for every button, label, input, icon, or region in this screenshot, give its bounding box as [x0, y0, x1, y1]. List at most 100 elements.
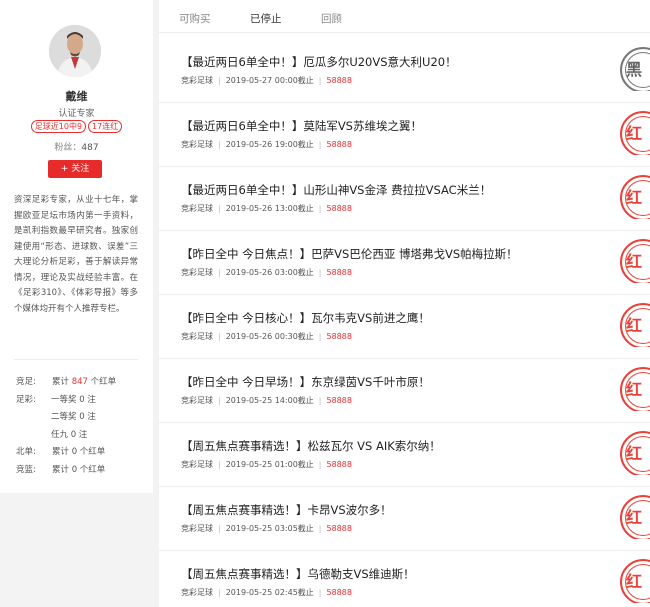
stat-value: 任九 0 注	[51, 429, 88, 440]
plan-deadline: 2019-05-26 19:00截止	[225, 140, 314, 149]
avatar[interactable]	[49, 25, 101, 77]
hong-seal-icon: 红	[620, 171, 650, 219]
plan-category: 竞彩足球	[181, 396, 213, 405]
separator: |	[318, 268, 322, 277]
fans-value: 487	[81, 143, 99, 153]
separator: |	[318, 524, 322, 533]
separator: |	[218, 332, 221, 341]
separator: |	[218, 396, 221, 405]
record-badges: 足球近10中9 17连红	[0, 120, 153, 133]
plan-price: 58888	[326, 204, 352, 213]
hong-seal-icon: 红	[620, 363, 650, 411]
plan-deadline: 2019-05-25 14:00截止	[225, 396, 314, 405]
tab-available[interactable]: 可购买	[179, 11, 211, 26]
hong-seal-icon: 红	[620, 235, 650, 283]
plan-title[interactable]: 【昨日全中 今日焦点！】巴萨VS巴伦西亚 博塔弗戈VS帕梅拉斯！	[181, 246, 518, 262]
seal-text: 红	[620, 495, 650, 539]
plan-item[interactable]: 【周五焦点赛事精选！】卡昂VS波尔多！ 竞彩足球 | 2019-05-25 03:05…	[159, 487, 650, 551]
seal-text: 红	[620, 175, 650, 219]
divider	[14, 359, 138, 360]
plan-title[interactable]: 【周五焦点赛事精选！】松兹瓦尔 VS AIK索尔纳！	[181, 438, 441, 454]
plan-meta: 竞彩足球 | 2019-05-25 01:00截止 | 58888	[181, 459, 352, 470]
stat-value: 累计 847 个红单	[52, 374, 116, 392]
plan-title[interactable]: 【昨日全中 今日核心！】瓦尔韦克VS前进之鹰！	[181, 310, 430, 326]
plan-meta: 竞彩足球 | 2019-05-26 13:00截止 | 58888	[181, 203, 352, 214]
plan-meta: 竞彩足球 | 2019-05-26 03:00截止 | 58888	[181, 267, 352, 278]
plan-meta: 竞彩足球 | 2019-05-26 00:30截止 | 58888	[181, 331, 352, 342]
plan-category: 竞彩足球	[181, 268, 213, 277]
recent-record-badge: 足球近10中9	[30, 120, 87, 133]
plan-category: 竞彩足球	[181, 460, 213, 469]
plan-deadline: 2019-05-26 00:30截止	[225, 332, 314, 341]
plan-item[interactable]: 【周五焦点赛事精选！】乌德勒支VS维迪斯！ 竞彩足球 | 2019-05-25 02:…	[159, 551, 650, 607]
record-stats: 竞足: 累计 847 个红单 足彩: 一等奖 0 注 二等奖 0 注 任九 0 …	[16, 374, 146, 479]
plan-category: 竞彩足球	[181, 140, 213, 149]
plan-category: 竞彩足球	[181, 204, 213, 213]
tab-stopped[interactable]: 已停止	[250, 11, 282, 26]
streak-badge: 17连红	[88, 120, 123, 133]
seal-text: 红	[620, 367, 650, 411]
plan-deadline: 2019-05-25 02:45截止	[225, 588, 314, 597]
plan-item[interactable]: 【最近两日6单全中！】莫陆军VS苏维埃之翼！ 竞彩足球 | 2019-05-26 19…	[159, 103, 650, 167]
avatar-photo	[49, 25, 101, 77]
tab-review[interactable]: 回顾	[321, 11, 342, 26]
plan-item[interactable]: 【最近两日6单全中！】山形山神VS金泽 费拉拉VSAC米兰！ 竞彩足球 | 2019-…	[159, 167, 650, 231]
plan-title[interactable]: 【最近两日6单全中！】莫陆军VS苏维埃之翼！	[181, 118, 422, 134]
plan-deadline: 2019-05-25 03:05截止	[225, 524, 314, 533]
seal-text: 黑	[620, 47, 650, 91]
plan-item[interactable]: 【周五焦点赛事精选！】松兹瓦尔 VS AIK索尔纳！ 竞彩足球 | 2019-05-2…	[159, 423, 650, 487]
stat-count: 847	[71, 377, 88, 387]
plan-price: 58888	[326, 460, 352, 469]
stat-suffix: 个红单	[90, 377, 117, 387]
stat-row-renjiu: 任九 0 注	[16, 427, 146, 445]
separator: |	[318, 588, 322, 597]
separator: |	[318, 460, 322, 469]
stat-row-second: 二等奖 0 注	[16, 409, 146, 427]
seal-text: 红	[620, 111, 650, 155]
plan-title[interactable]: 【周五焦点赛事精选！】乌德勒支VS维迪斯！	[181, 566, 415, 582]
separator: |	[218, 204, 221, 213]
plan-category: 竞彩足球	[181, 76, 213, 85]
plan-price: 58888	[326, 76, 352, 85]
plan-deadline: 2019-05-26 13:00截止	[225, 204, 314, 213]
separator: |	[218, 460, 221, 469]
follow-button[interactable]: + 关注	[48, 160, 102, 178]
plan-price: 58888	[326, 396, 352, 405]
plan-item[interactable]: 【昨日全中 今日早场！】东京绿茵VS千叶市原！ 竞彩足球 | 2019-05-25 1…	[159, 359, 650, 423]
expert-profile-card: 戴维 认证专家 足球近10中9 17连红 粉丝：487 + 关注 资深足彩专家，…	[0, 0, 153, 493]
seal-text: 红	[620, 303, 650, 347]
plan-category: 竞彩足球	[181, 588, 213, 597]
fans-label: 粉丝：	[54, 143, 82, 153]
hong-seal-icon: 红	[620, 299, 650, 347]
hei-seal-icon: 黑	[620, 43, 650, 91]
stat-value: 一等奖 0 注	[51, 394, 96, 405]
plan-category: 竞彩足球	[181, 524, 213, 533]
hong-seal-icon: 红	[620, 555, 650, 603]
plan-title[interactable]: 【昨日全中 今日早场！】东京绿茵VS千叶市原！	[181, 374, 430, 390]
status-tabs: 可购买 已停止 回顾	[159, 0, 650, 33]
separator: |	[318, 76, 322, 85]
plan-title[interactable]: 【周五焦点赛事精选！】卡昂VS波尔多！	[181, 502, 392, 518]
plan-list-panel: 可购买 已停止 回顾 【最近两日6单全中！】厄瓜多尔U20VS意大利U20！ 竞彩…	[159, 0, 650, 607]
expert-name: 戴维	[65, 90, 88, 103]
stat-value: 二等奖 0 注	[51, 412, 96, 422]
plan-price: 58888	[326, 140, 352, 149]
hong-seal-icon: 红	[620, 491, 650, 539]
stat-value: 累计 0 个红单	[52, 447, 106, 457]
separator: |	[318, 140, 322, 149]
stat-row-jinglan: 竞篮: 累计 0 个红单	[16, 462, 146, 480]
hong-seal-icon: 红	[620, 427, 650, 475]
stat-row-zucai: 足彩: 一等奖 0 注	[16, 392, 146, 410]
plan-meta: 竞彩足球 | 2019-05-25 03:05截止 | 58888	[181, 523, 352, 534]
plan-item[interactable]: 【最近两日6单全中！】厄瓜多尔U20VS意大利U20！ 竞彩足球 | 2019-05-…	[159, 39, 650, 103]
plan-item[interactable]: 【昨日全中 今日核心！】瓦尔韦克VS前进之鹰！ 竞彩足球 | 2019-05-26 0…	[159, 295, 650, 359]
plan-deadline: 2019-05-25 01:00截止	[225, 460, 314, 469]
plan-title[interactable]: 【最近两日6单全中！】山形山神VS金泽 费拉拉VSAC米兰！	[181, 182, 491, 198]
seal-text: 红	[620, 431, 650, 475]
stat-key: 足彩:	[16, 394, 36, 405]
fans-count: 粉丝：487	[0, 140, 153, 153]
stat-row-jingzu: 竞足: 累计 847 个红单	[16, 374, 146, 392]
plan-title[interactable]: 【最近两日6单全中！】厄瓜多尔U20VS意大利U20！	[181, 54, 457, 70]
plan-item[interactable]: 【昨日全中 今日焦点！】巴萨VS巴伦西亚 博塔弗戈VS帕梅拉斯！ 竞彩足球 | 201…	[159, 231, 650, 295]
seal-text: 红	[620, 559, 650, 603]
